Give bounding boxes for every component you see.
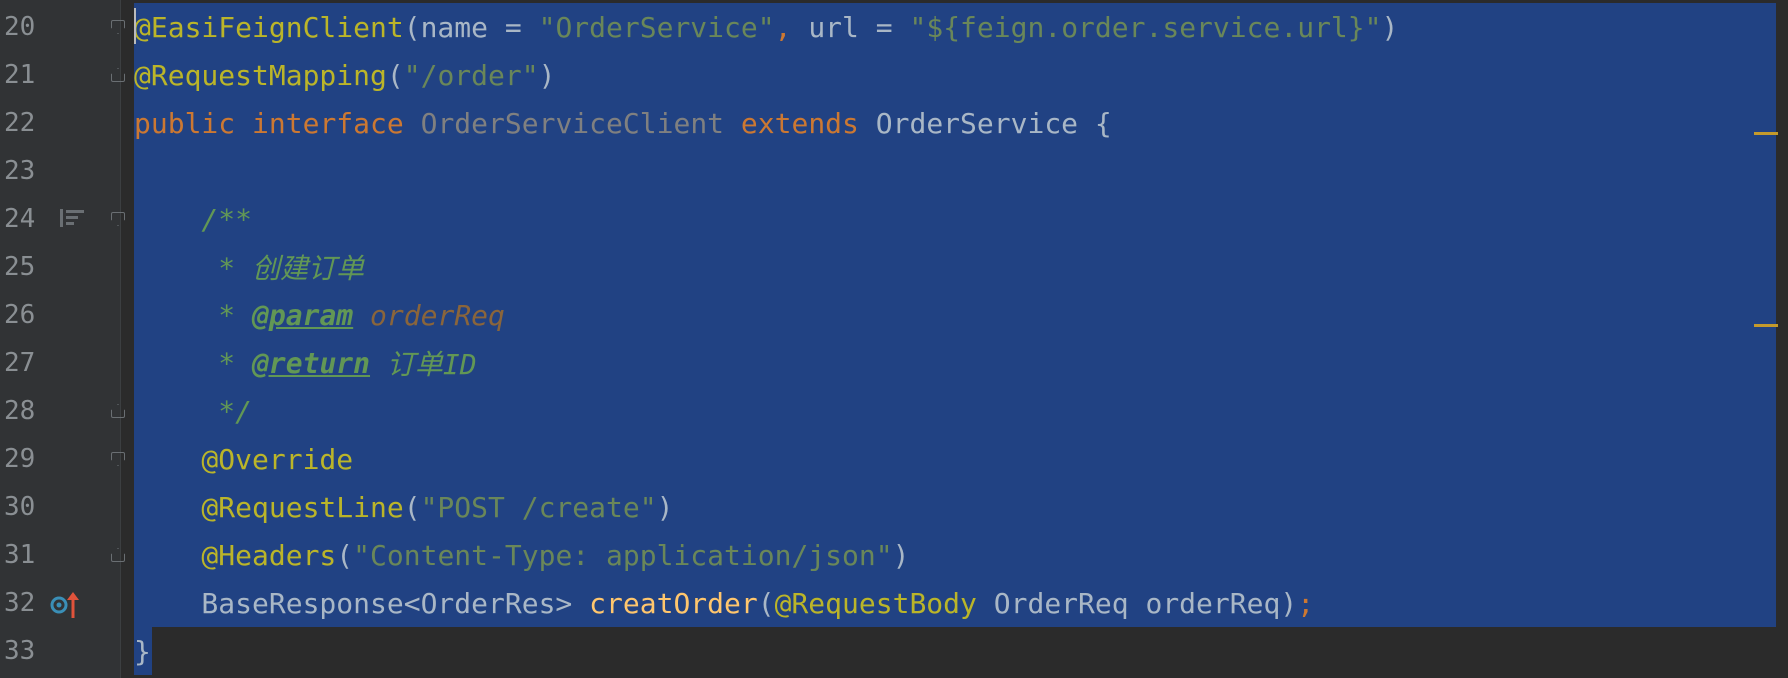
code-token: @Override (134, 442, 354, 476)
selection-highlight (134, 147, 1776, 195)
code-token: ; (1297, 586, 1315, 620)
code-token: ) (892, 538, 910, 572)
render-doc-icon[interactable] (60, 207, 84, 229)
code-token: @RequestMapping (134, 58, 387, 92)
code-token: * (134, 346, 253, 380)
line-number: 20 (4, 12, 36, 42)
code-area[interactable]: @EasiFeignClient(name = "OrderService", … (121, 0, 1788, 678)
selection-highlight (134, 435, 1776, 483)
code-token: ) (538, 58, 556, 92)
line-number: 30 (4, 492, 36, 522)
line-number: 26 (4, 300, 36, 330)
code-token: "POST /create" (420, 490, 657, 524)
code-token: OrderReq orderReq) (993, 586, 1298, 620)
code-token: , (774, 10, 809, 44)
code-token: } (134, 634, 151, 668)
selection-highlight (134, 243, 1776, 291)
line-number: 33 (4, 636, 36, 666)
code-editor[interactable]: @EasiFeignClient(name = "OrderService", … (0, 0, 1788, 678)
code-token: * 创建订单 (134, 252, 365, 285)
code-line[interactable]: @RequestLine("POST /create") (134, 483, 673, 531)
code-line[interactable]: * @param orderReq (134, 291, 505, 339)
line-number: 24 (4, 204, 36, 234)
line-number: 25 (4, 252, 36, 282)
code-token: ( (386, 58, 404, 92)
code-line[interactable]: * 创建订单 (134, 243, 364, 291)
code-token: orderReq (370, 298, 505, 332)
code-token: OrderServiceClient (420, 106, 741, 140)
line-number: 21 (4, 60, 36, 90)
code-token: @Headers (134, 538, 337, 572)
code-token: "OrderService" (538, 10, 775, 44)
code-line[interactable]: @EasiFeignClient(name = "OrderService", … (134, 3, 1398, 51)
code-token: creatOrder (589, 586, 758, 620)
code-token: OrderService { (875, 106, 1112, 140)
code-line[interactable]: @RequestMapping("/order") (134, 51, 555, 99)
code-line[interactable]: BaseResponse<OrderRes> creatOrder(@Reque… (134, 579, 1314, 627)
text-caret (134, 8, 136, 44)
code-token: ) (1381, 10, 1399, 44)
line-number: 29 (4, 444, 36, 474)
code-token: extends (740, 106, 876, 140)
code-token: 订单ID (370, 348, 477, 381)
selection-highlight (134, 195, 1776, 243)
code-token: @EasiFeignClient (134, 10, 404, 44)
code-line[interactable]: /** (134, 195, 252, 243)
line-number: 31 (4, 540, 36, 570)
code-line[interactable]: @Override (134, 435, 353, 483)
line-number: 27 (4, 348, 36, 378)
code-token: public (134, 106, 253, 140)
line-number: 28 (4, 396, 36, 426)
overrides-method-icon[interactable] (50, 590, 82, 620)
code-line[interactable]: */ (134, 387, 252, 435)
code-token: "Content-Type: application/json" (353, 538, 893, 572)
code-token: name = (420, 10, 539, 44)
code-token: /** (134, 202, 253, 236)
selection-highlight (134, 387, 1776, 435)
code-token: @RequestBody (774, 586, 994, 620)
code-token: ( (403, 10, 421, 44)
code-token: ( (403, 490, 421, 524)
code-token: */ (134, 394, 253, 428)
code-token: ) (656, 490, 674, 524)
code-token: ( (757, 586, 775, 620)
code-token: @param (252, 298, 354, 332)
code-token: "${feign.order.service.url}" (909, 10, 1382, 44)
line-number: 22 (4, 108, 36, 138)
code-token: "/order" (403, 58, 539, 92)
code-token: BaseResponse<OrderRes> (134, 586, 590, 620)
code-line[interactable]: } (134, 627, 151, 675)
code-token: ( (336, 538, 354, 572)
code-token: @return (252, 346, 371, 380)
scrollbar-warning-marker[interactable] (1754, 324, 1778, 327)
code-line[interactable]: public interface OrderServiceClient exte… (134, 99, 1112, 147)
scrollbar-warning-marker[interactable] (1754, 132, 1778, 135)
code-token: interface (252, 106, 421, 140)
code-line[interactable]: * @return 订单ID (134, 339, 477, 387)
line-number: 32 (4, 588, 36, 618)
line-number: 23 (4, 156, 36, 186)
code-line[interactable]: @Headers("Content-Type: application/json… (134, 531, 909, 579)
code-token: @RequestLine (134, 490, 404, 524)
code-token: url = (808, 10, 910, 44)
code-token: * (134, 298, 253, 332)
